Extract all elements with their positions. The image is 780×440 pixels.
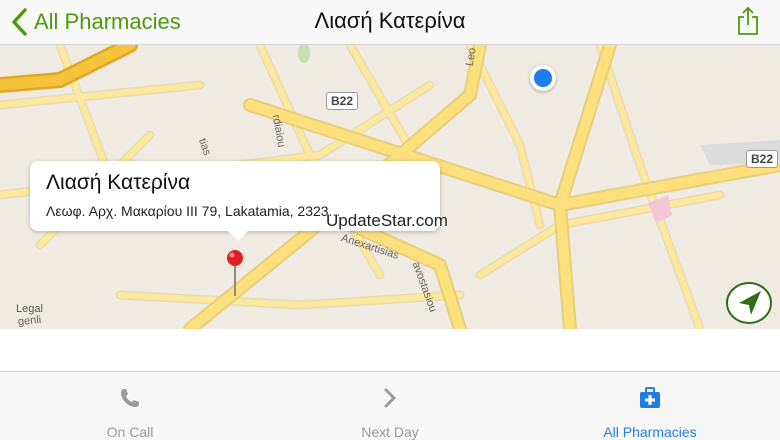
- road-label-genli: genli: [17, 314, 42, 328]
- route-shield-b22-east: B22: [746, 150, 779, 168]
- tab-label-all-pharmacies: All Pharmacies: [603, 424, 697, 440]
- user-location-dot: [530, 65, 556, 91]
- tab-label-next-day: Next Day: [361, 424, 419, 440]
- back-button-label: All Pharmacies: [34, 9, 181, 34]
- route-shield-b22: B22: [326, 92, 359, 110]
- map-view[interactable]: B22 B22 Anexartisias avostasiou tias rdi…: [0, 45, 780, 329]
- locate-me-button[interactable]: [725, 281, 773, 325]
- callout-title: Λιασή Κατερίνα: [46, 171, 191, 194]
- watermark-text: UpdateStar.com: [326, 211, 448, 230]
- medical-kit-icon: [640, 387, 660, 408]
- chevron-left-icon: [12, 8, 27, 36]
- share-button[interactable]: [736, 6, 760, 36]
- tab-all-pharmacies[interactable]: All Pharmacies: [520, 372, 780, 440]
- callout-address: Λεωφ. Αρχ. Μακαρίου ΙΙΙ 79, Lakatamia, 2…: [46, 203, 341, 219]
- tab-bar: On Call Next Day All Pharmacies: [0, 371, 780, 440]
- location-arrow-icon: [726, 282, 772, 324]
- phone-icon: [121, 389, 139, 407]
- callout-tail: [228, 231, 248, 241]
- share-icon: [738, 6, 758, 35]
- chevron-right-icon: [384, 388, 396, 408]
- map-pin-icon[interactable]: [224, 248, 246, 298]
- tab-on-call[interactable]: On Call: [0, 372, 260, 440]
- tab-label-on-call: On Call: [106, 424, 154, 440]
- back-button[interactable]: All Pharmacies: [10, 4, 181, 40]
- legal-link[interactable]: Legal: [16, 303, 43, 315]
- tab-next-day[interactable]: Next Day: [260, 372, 520, 440]
- navigation-bar: All Pharmacies Λιασή Κατερίνα: [0, 0, 780, 45]
